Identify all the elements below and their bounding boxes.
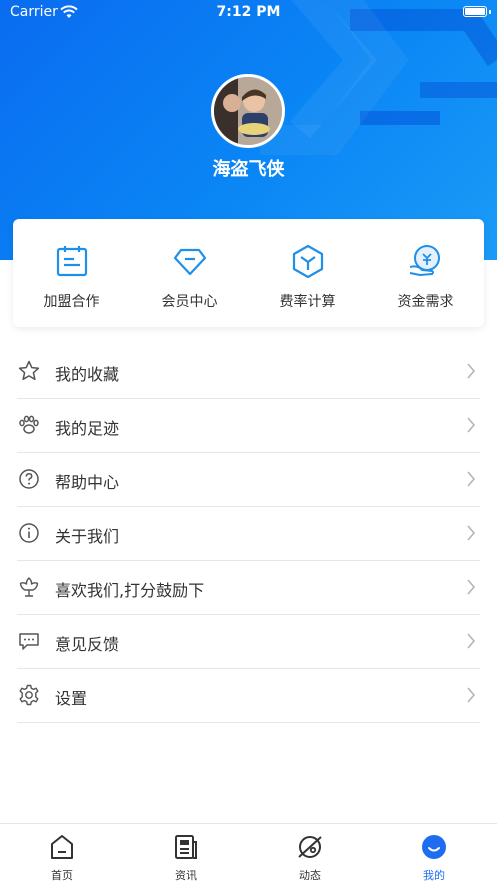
diamond-icon [173,248,207,276]
tab-label: 首页 [51,869,73,882]
quick-action-funding[interactable]: 资金需求 [367,219,484,327]
star-icon [18,360,40,381]
chevron-right-icon [467,363,476,379]
notepad-icon [56,246,88,277]
tab-label: 资讯 [175,869,197,882]
chevron-right-icon [467,525,476,541]
tab-news[interactable]: 资讯 [124,824,248,884]
avatar[interactable] [211,74,285,148]
menu-item-rate-us[interactable]: 喜欢我们,打分鼓励下 [17,561,480,615]
quick-action-franchise[interactable]: 加盟合作 [13,219,130,327]
battery-icon [463,6,487,17]
chevron-right-icon [467,417,476,433]
menu-item-label: 我的足迹 [55,419,120,438]
menu-item-history[interactable]: 我的足迹 [17,399,480,453]
menu-item-label: 关于我们 [55,527,120,546]
quick-actions-card: 加盟合作 会员中心 费率计算 资金需求 [13,219,484,327]
tab-label: 我的 [423,869,445,882]
menu-item-help[interactable]: 帮助中心 [17,453,480,507]
newspaper-icon [175,835,197,859]
battery-tip [489,10,491,14]
status-bar: Carrier 7:12 PM [0,0,497,26]
tab-moments[interactable]: 动态 [248,824,372,884]
clock: 7:12 PM [216,4,281,20]
tab-home[interactable]: 首页 [0,824,124,884]
tab-label: 动态 [299,869,321,882]
menu-item-label: 我的收藏 [55,365,120,384]
gear-icon [19,684,39,706]
chevron-right-icon [467,471,476,487]
flower-icon [19,577,39,597]
menu-item-label: 意见反馈 [55,635,120,654]
info-icon [19,523,39,543]
profile-smile-icon [422,835,446,859]
settings-menu: 我的收藏 我的足迹 帮助中心 关于我们 喜欢我们,打分鼓励下 意见反馈 设置 [0,345,497,723]
menu-item-label: 喜欢我们,打分鼓励下 [55,581,205,600]
planet-icon [298,836,322,858]
paw-icon [19,415,39,434]
menu-item-feedback[interactable]: 意见反馈 [17,615,480,669]
quick-action-label: 加盟合作 [43,294,100,310]
tab-mine[interactable]: 我的 [372,824,496,884]
home-icon [51,835,73,859]
question-icon [19,469,39,489]
username[interactable]: 海盗飞侠 [0,155,497,181]
quick-action-label: 资金需求 [397,294,454,310]
avatar-photo [214,77,282,145]
quick-action-label: 费率计算 [279,294,336,310]
chevron-right-icon [467,633,476,649]
menu-item-label: 帮助中心 [55,473,120,492]
quick-action-rate-calculator[interactable]: 费率计算 [249,219,366,327]
quick-action-label: 会员中心 [161,294,218,310]
menu-item-favorites[interactable]: 我的收藏 [17,345,480,399]
bottom-tab-bar: 首页 资讯 动态 我的 [0,823,497,884]
menu-item-settings[interactable]: 设置 [17,669,480,723]
menu-item-about[interactable]: 关于我们 [17,507,480,561]
quick-action-membership[interactable]: 会员中心 [131,219,248,327]
chat-icon [19,633,39,650]
chevron-right-icon [467,579,476,595]
menu-item-label: 设置 [55,689,88,708]
money-hand-icon [409,245,440,276]
cube-icon [292,244,324,279]
chevron-right-icon [467,687,476,703]
